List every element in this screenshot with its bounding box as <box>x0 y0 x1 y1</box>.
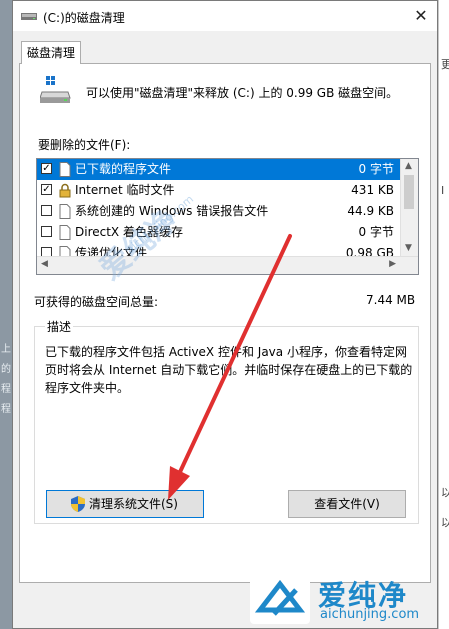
view-files-button[interactable]: 查看文件(V) <box>288 490 406 518</box>
item-size: 44.9 KB <box>347 204 394 218</box>
disk-cleanup-window: (C:)的磁盘清理 ✕ 磁盘清理 可以使用"磁盘清理"来释放 (C:) 上的 0… <box>12 0 438 629</box>
description-text: 已下载的程序文件包括 ActiveX 控件和 Java 小程序，你查看特定网页时… <box>45 345 413 395</box>
scroll-left-icon[interactable]: ◀ <box>41 259 48 269</box>
scroll-right-icon[interactable]: ▶ <box>389 259 396 269</box>
tab-panel: 可以使用"磁盘清理"来释放 (C:) 上的 0.99 GB 磁盘空间。 要删除的… <box>19 63 431 583</box>
clean-system-files-label: 清理系统文件(S) <box>89 497 178 511</box>
lock-icon <box>59 183 71 198</box>
scrollbar-corner <box>401 257 418 274</box>
item-name: Internet 临时文件 <box>75 183 175 197</box>
item-size: 0 字节 <box>358 162 394 176</box>
close-button[interactable]: ✕ <box>409 4 433 28</box>
files-to-delete-label: 要删除的文件(F): <box>38 138 131 152</box>
list-item[interactable]: DirectX 着色器缓存 0 字节 <box>37 222 400 243</box>
checkbox[interactable]: ✓ <box>41 184 52 195</box>
item-size: 0 字节 <box>358 225 394 239</box>
window-title: (C:)的磁盘清理 <box>43 11 125 25</box>
item-size: 431 KB <box>351 183 394 197</box>
background-window-strip-right: 更 I 以 以 <box>438 0 449 629</box>
uac-shield-icon <box>71 496 85 512</box>
file-icon <box>59 204 71 219</box>
checkbox[interactable]: ✓ <box>41 163 52 174</box>
watermark-url: aichunjing.com <box>320 607 420 622</box>
scroll-thumb[interactable] <box>404 175 414 209</box>
title-bar[interactable]: (C:)的磁盘清理 ✕ <box>13 1 437 31</box>
scroll-down-icon[interactable]: ▼ <box>405 243 412 253</box>
space-gained-label: 可获得的磁盘空间总量: <box>34 295 159 309</box>
drive-icon <box>21 13 37 20</box>
description-title: 描述 <box>45 318 74 335</box>
background-window-strip-left: 上 的 程 程 <box>0 0 12 629</box>
tab-disk-cleanup[interactable]: 磁盘清理 <box>21 41 81 64</box>
item-name: 已下载的程序文件 <box>75 162 172 176</box>
vertical-scrollbar[interactable]: ▲ ▼ <box>400 159 418 257</box>
checkbox[interactable] <box>41 226 52 237</box>
space-gained-value: 7.44 MB <box>366 293 416 307</box>
scroll-up-icon[interactable]: ▲ <box>405 161 412 171</box>
list-item[interactable]: 系统创建的 Windows 错误报告文件 44.9 KB <box>37 201 400 222</box>
file-icon <box>59 225 71 240</box>
list-item[interactable]: ✓ Internet 临时文件 431 KB <box>37 180 400 201</box>
checkbox[interactable] <box>41 205 52 216</box>
cleanup-drive-icon <box>40 76 71 103</box>
clean-system-files-button[interactable]: 清理系统文件(S) <box>46 490 204 518</box>
intro-text: 可以使用"磁盘清理"来释放 (C:) 上的 0.99 GB 磁盘空间。 <box>86 86 399 100</box>
list-item[interactable]: ✓ 已下载的程序文件 0 字节 <box>37 159 400 180</box>
file-icon <box>59 162 71 177</box>
